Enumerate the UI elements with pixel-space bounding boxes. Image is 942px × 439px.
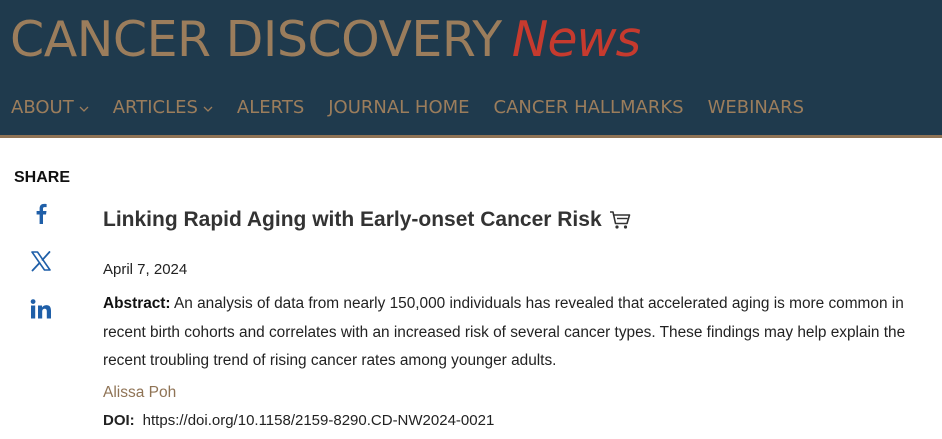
nav-item-alerts[interactable]: ALERTS [237, 97, 304, 118]
chevron-down-icon [79, 103, 89, 116]
doi-line: DOI: https://doi.org/10.1158/2159-8290.CD… [103, 412, 494, 429]
site-header: CANCER DISCOVERY News ABOUT ARTICLES ALER… [0, 0, 942, 135]
abstract-label: Abstract: [103, 295, 171, 312]
nav-item-label: JOURNAL HOME [328, 97, 470, 118]
site-logo[interactable]: CANCER DISCOVERY News [10, 15, 641, 64]
cart-icon[interactable] [609, 210, 631, 230]
linkedin-icon[interactable] [28, 296, 54, 322]
nav-item-label: WEBINARS [707, 97, 805, 118]
article-header: Linking Rapid Aging with Early-onset Can… [103, 208, 942, 232]
nav-item-webinars[interactable]: WEBINARS [708, 97, 805, 118]
abstract-text: An analysis of data from nearly 150,000 … [103, 295, 906, 369]
nav-item-articles[interactable]: ARTICLES [113, 97, 213, 118]
facebook-icon[interactable] [28, 200, 54, 226]
nav-item-about[interactable]: ABOUT [11, 97, 89, 118]
chevron-down-icon [203, 103, 213, 116]
x-icon[interactable] [28, 248, 54, 274]
logo-brand-text: CANCER DISCOVERY [10, 11, 502, 68]
nav-item-label: ARTICLES [112, 97, 198, 118]
doi-link[interactable]: https://doi.org/10.1158/2159-8290.CD-NW2… [143, 412, 495, 429]
doi-label: DOI: [103, 412, 135, 429]
article-title[interactable]: Linking Rapid Aging with Early-onset Can… [103, 208, 942, 232]
header-divider [0, 135, 942, 138]
nav-item-label: ABOUT [11, 97, 74, 118]
publication-date: April 7, 2024 [103, 261, 188, 278]
nav-item-journal-home[interactable]: JOURNAL HOME [328, 97, 469, 118]
nav-item-label: CANCER HALLMARKS [493, 97, 684, 118]
logo-news-text: News [511, 11, 641, 68]
share-label: SHARE [14, 169, 71, 186]
nav-item-label: ALERTS [236, 97, 305, 118]
article-title-text: Linking Rapid Aging with Early-onset Can… [103, 208, 602, 231]
article-abstract: Abstract: An analysis of data from nearl… [103, 290, 942, 376]
author-link[interactable]: Alissa Poh [103, 384, 176, 402]
nav-item-cancer-hallmarks[interactable]: CANCER HALLMARKS [494, 97, 684, 118]
main-nav: ABOUT ARTICLES ALERTS JOURNAL HOME CANCE… [11, 97, 828, 118]
